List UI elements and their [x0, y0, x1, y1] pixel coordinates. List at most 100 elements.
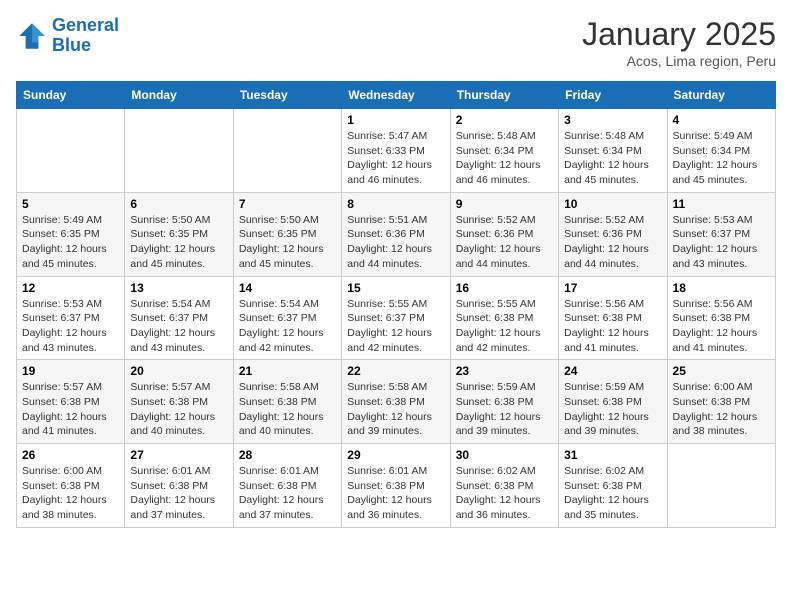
day-detail: Sunrise: 5:59 AMSunset: 6:38 PMDaylight:…	[564, 380, 661, 439]
day-detail: Sunrise: 5:56 AMSunset: 6:38 PMDaylight:…	[673, 297, 770, 356]
day-number: 15	[347, 281, 444, 295]
calendar-cell: 4 Sunrise: 5:49 AMSunset: 6:34 PMDaylight…	[667, 109, 775, 193]
day-detail: Sunrise: 5:54 AMSunset: 6:37 PMDaylight:…	[239, 297, 336, 356]
day-number: 5	[22, 197, 119, 211]
calendar-week-row: 12Sunrise: 5:53 AMSunset: 6:37 PMDayligh…	[17, 276, 776, 360]
day-number: 30	[456, 448, 553, 462]
day-detail: Sunrise: 5:47 AMSunset: 6:33 PMDaylight:…	[347, 129, 444, 188]
day-detail: Sunrise: 5:56 AMSunset: 6:38 PMDaylight:…	[564, 297, 661, 356]
calendar-cell: 29Sunrise: 6:01 AMSunset: 6:38 PMDayligh…	[342, 444, 450, 528]
logo-text: General Blue	[52, 16, 119, 56]
calendar-cell: 28 Sunrise: 6:01 AMSunset: 6:38 PMDayligh…	[233, 444, 341, 528]
day-number: 1	[347, 113, 444, 127]
calendar-cell: 1 Sunrise: 5:47 AMSunset: 6:33 PMDaylight…	[342, 109, 450, 193]
calendar-cell: 20 Sunrise: 5:57 AMSunset: 6:38 PMDayligh…	[125, 360, 233, 444]
calendar-cell: 30 Sunrise: 6:02 AMSunset: 6:38 PMDayligh…	[450, 444, 558, 528]
calendar-cell	[125, 109, 233, 193]
day-number: 7	[239, 197, 336, 211]
day-detail: Sunrise: 5:58 AMSunset: 6:38 PMDaylight:…	[347, 380, 444, 439]
day-number: 18	[673, 281, 770, 295]
day-number: 24	[564, 364, 661, 378]
day-detail: Sunrise: 6:02 AMSunset: 6:38 PMDaylight:…	[564, 464, 661, 523]
day-number: 31	[564, 448, 661, 462]
weekday-header: Wednesday	[342, 82, 450, 109]
calendar-cell: 17 Sunrise: 5:56 AMSunset: 6:38 PMDayligh…	[559, 276, 667, 360]
day-number: 19	[22, 364, 119, 378]
calendar-cell: 6Sunrise: 5:50 AMSunset: 6:35 PMDaylight…	[125, 192, 233, 276]
calendar-cell: 21 Sunrise: 5:58 AMSunset: 6:38 PMDayligh…	[233, 360, 341, 444]
calendar-cell: 15 Sunrise: 5:55 AMSunset: 6:37 PMDayligh…	[342, 276, 450, 360]
day-detail: Sunrise: 5:57 AMSunset: 6:38 PMDaylight:…	[22, 380, 119, 439]
day-number: 13	[130, 281, 227, 295]
day-detail: Sunrise: 5:59 AMSunset: 6:38 PMDaylight:…	[456, 380, 553, 439]
day-detail: Sunrise: 5:48 AMSunset: 6:34 PMDaylight:…	[456, 129, 553, 188]
calendar-body: 1 Sunrise: 5:47 AMSunset: 6:33 PMDaylight…	[17, 109, 776, 528]
weekday-row: SundayMondayTuesdayWednesdayThursdayFrid…	[17, 82, 776, 109]
calendar-cell	[233, 109, 341, 193]
logo-line2: Blue	[52, 35, 91, 55]
calendar-cell: 18 Sunrise: 5:56 AMSunset: 6:38 PMDayligh…	[667, 276, 775, 360]
day-number: 27	[130, 448, 227, 462]
calendar-cell: 19 Sunrise: 5:57 AMSunset: 6:38 PMDayligh…	[17, 360, 125, 444]
calendar-cell	[17, 109, 125, 193]
calendar-week-row: 5 Sunrise: 5:49 AMSunset: 6:35 PMDaylight…	[17, 192, 776, 276]
day-detail: Sunrise: 5:55 AMSunset: 6:37 PMDaylight:…	[347, 297, 444, 356]
calendar-cell: 8Sunrise: 5:51 AMSunset: 6:36 PMDaylight…	[342, 192, 450, 276]
day-number: 29	[347, 448, 444, 462]
day-number: 11	[673, 197, 770, 211]
calendar-cell: 10 Sunrise: 5:52 AMSunset: 6:36 PMDayligh…	[559, 192, 667, 276]
calendar-cell: 31 Sunrise: 6:02 AMSunset: 6:38 PMDayligh…	[559, 444, 667, 528]
day-number: 26	[22, 448, 119, 462]
day-detail: Sunrise: 6:02 AMSunset: 6:38 PMDaylight:…	[456, 464, 553, 523]
day-detail: Sunrise: 5:54 AMSunset: 6:37 PMDaylight:…	[130, 297, 227, 356]
weekday-header: Saturday	[667, 82, 775, 109]
day-detail: Sunrise: 5:49 AMSunset: 6:34 PMDaylight:…	[673, 129, 770, 188]
weekday-header: Monday	[125, 82, 233, 109]
day-detail: Sunrise: 5:49 AMSunset: 6:35 PMDaylight:…	[22, 213, 119, 272]
logo-icon	[16, 20, 48, 52]
day-number: 4	[673, 113, 770, 127]
day-detail: Sunrise: 5:55 AMSunset: 6:38 PMDaylight:…	[456, 297, 553, 356]
page-header: General Blue January 2025 Acos, Lima reg…	[16, 16, 776, 69]
calendar-cell: 5 Sunrise: 5:49 AMSunset: 6:35 PMDaylight…	[17, 192, 125, 276]
day-number: 10	[564, 197, 661, 211]
day-number: 6	[130, 197, 227, 211]
weekday-header: Thursday	[450, 82, 558, 109]
calendar-week-row: 19 Sunrise: 5:57 AMSunset: 6:38 PMDayligh…	[17, 360, 776, 444]
calendar-cell: 26Sunrise: 6:00 AMSunset: 6:38 PMDayligh…	[17, 444, 125, 528]
day-number: 22	[347, 364, 444, 378]
weekday-header: Sunday	[17, 82, 125, 109]
calendar-cell: 25Sunrise: 6:00 AMSunset: 6:38 PMDayligh…	[667, 360, 775, 444]
day-number: 17	[564, 281, 661, 295]
calendar-table: SundayMondayTuesdayWednesdayThursdayFrid…	[16, 81, 776, 528]
calendar-cell: 27Sunrise: 6:01 AMSunset: 6:38 PMDayligh…	[125, 444, 233, 528]
logo: General Blue	[16, 16, 119, 56]
day-number: 2	[456, 113, 553, 127]
calendar-cell: 11 Sunrise: 5:53 AMSunset: 6:37 PMDayligh…	[667, 192, 775, 276]
calendar-week-row: 1 Sunrise: 5:47 AMSunset: 6:33 PMDaylight…	[17, 109, 776, 193]
calendar-cell: 2 Sunrise: 5:48 AMSunset: 6:34 PMDaylight…	[450, 109, 558, 193]
calendar-cell: 24 Sunrise: 5:59 AMSunset: 6:38 PMDayligh…	[559, 360, 667, 444]
day-detail: Sunrise: 5:52 AMSunset: 6:36 PMDaylight:…	[564, 213, 661, 272]
day-number: 21	[239, 364, 336, 378]
day-number: 28	[239, 448, 336, 462]
day-number: 3	[564, 113, 661, 127]
day-detail: Sunrise: 5:58 AMSunset: 6:38 PMDaylight:…	[239, 380, 336, 439]
day-detail: Sunrise: 5:57 AMSunset: 6:38 PMDaylight:…	[130, 380, 227, 439]
day-number: 20	[130, 364, 227, 378]
calendar-cell: 14Sunrise: 5:54 AMSunset: 6:37 PMDayligh…	[233, 276, 341, 360]
day-detail: Sunrise: 6:01 AMSunset: 6:38 PMDaylight:…	[239, 464, 336, 523]
day-number: 16	[456, 281, 553, 295]
weekday-header: Tuesday	[233, 82, 341, 109]
location: Acos, Lima region, Peru	[582, 53, 776, 69]
calendar-cell: 16 Sunrise: 5:55 AMSunset: 6:38 PMDayligh…	[450, 276, 558, 360]
logo-line1: General	[52, 15, 119, 35]
weekday-header: Friday	[559, 82, 667, 109]
calendar-cell: 23 Sunrise: 5:59 AMSunset: 6:38 PMDayligh…	[450, 360, 558, 444]
day-number: 8	[347, 197, 444, 211]
calendar-cell: 12Sunrise: 5:53 AMSunset: 6:37 PMDayligh…	[17, 276, 125, 360]
day-detail: Sunrise: 5:53 AMSunset: 6:37 PMDaylight:…	[673, 213, 770, 272]
day-number: 25	[673, 364, 770, 378]
day-number: 23	[456, 364, 553, 378]
day-number: 9	[456, 197, 553, 211]
